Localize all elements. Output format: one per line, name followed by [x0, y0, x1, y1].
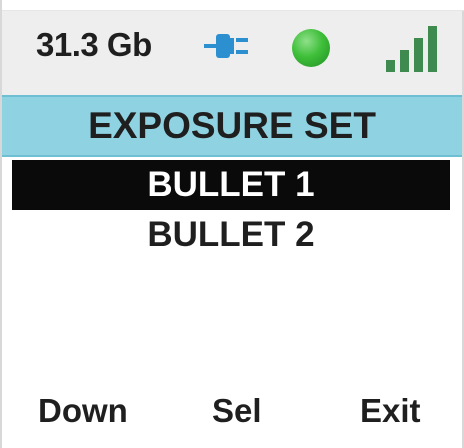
storage-indicator: 31.3 Gb: [36, 26, 152, 63]
down-softkey[interactable]: Down: [38, 392, 128, 430]
screen-title-bar: EXPOSURE SET: [2, 95, 462, 157]
menu-item-bullet-2[interactable]: BULLET 2: [12, 210, 450, 260]
status-indicator-icon: [292, 29, 330, 67]
signal-bars-icon: [386, 26, 437, 72]
menu-item-bullet-1[interactable]: BULLET 1: [12, 160, 450, 210]
exit-softkey[interactable]: Exit: [360, 392, 421, 430]
screen-title: EXPOSURE SET: [88, 105, 376, 146]
menu-list: BULLET 1 BULLET 2: [2, 160, 462, 260]
screen-frame: [2, 0, 464, 11]
select-softkey[interactable]: Sel: [212, 392, 262, 430]
softkey-bar: Down Sel Exit: [2, 380, 462, 448]
device-screen: 31.3 Gb EXPOSURE SET BULLET 1 BULLET 2 D…: [0, 0, 464, 448]
plug-icon: [204, 34, 248, 58]
